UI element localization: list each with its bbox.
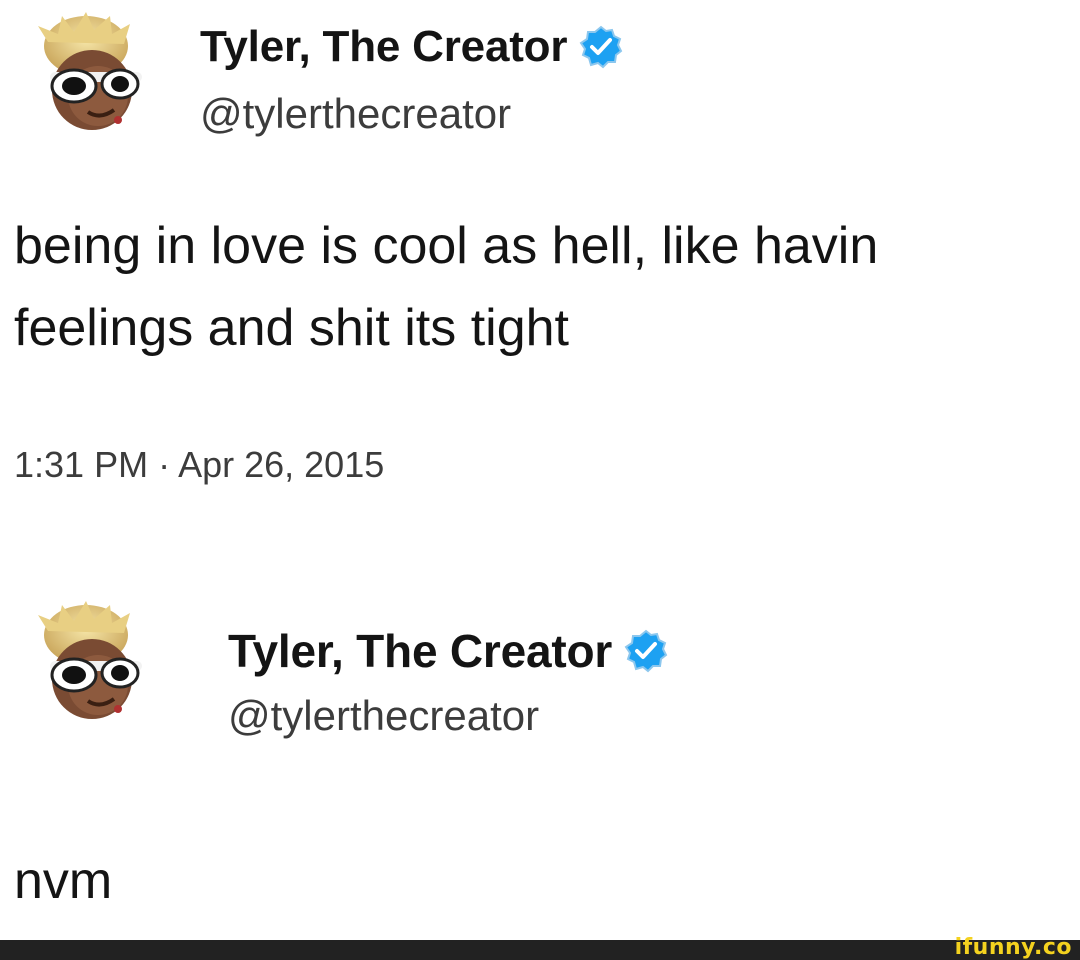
avatar-icon[interactable]: [28, 8, 158, 138]
avatar-icon[interactable]: [28, 597, 158, 727]
handle[interactable]: @tylerthecreator: [200, 90, 511, 138]
timestamp[interactable]: 1:31 PM · Apr 26, 2015: [14, 444, 384, 486]
verified-badge-icon: [579, 25, 623, 69]
handle[interactable]: @tylerthecreator: [228, 692, 539, 740]
tweet-text: being in love is cool as hell, like havi…: [14, 205, 878, 369]
footer-bar: ifunny.co: [0, 936, 1080, 960]
tweet-card: Tyler, The Creator @tylerthecreator bein…: [0, 0, 1080, 535]
tweet-text-line: nvm: [14, 852, 113, 910]
display-name[interactable]: Tyler, The Creator: [228, 624, 612, 678]
tweet-text: nvm: [14, 840, 112, 922]
tweet-text-line: feelings and shit its tight: [14, 299, 569, 357]
verified-badge-icon: [624, 629, 668, 673]
tweet-card: Tyler, The Creator @tylerthecreator nvm: [0, 535, 1080, 940]
author-row: Tyler, The Creator: [228, 624, 668, 678]
tweet-text-line: being in love is cool as hell, like havi…: [14, 217, 879, 275]
author-row: Tyler, The Creator: [200, 22, 623, 72]
watermark-logo: ifunny.co: [954, 935, 1072, 960]
display-name[interactable]: Tyler, The Creator: [200, 22, 567, 72]
